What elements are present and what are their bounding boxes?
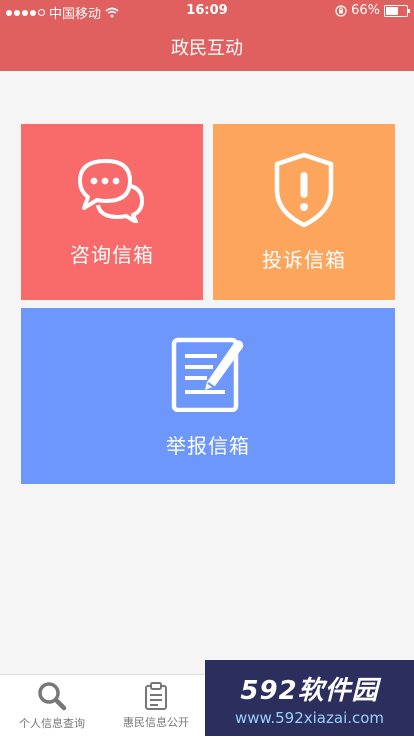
consult-mailbox-tile[interactable]: 咨询信箱 [21,124,203,300]
page-title: 政民互动 [171,37,243,59]
report-mailbox-label: 举报信箱 [166,433,250,458]
complaint-mailbox-tile[interactable]: 投诉信箱 [213,124,395,300]
watermark-title: 592软件园 [240,675,379,706]
complaint-mailbox-label: 投诉信箱 [262,247,346,272]
chat-bubbles-icon [78,158,144,223]
status-bar: 中国移动 16:09 66% [0,0,414,22]
orientation-lock-icon [335,4,347,17]
tab-personal-info-query[interactable]: 个人信息查询 [0,675,104,737]
shield-alert-icon [274,152,334,227]
clipboard-icon [145,682,167,710]
battery-percent: 66% [351,3,380,18]
battery-icon [384,4,410,17]
search-icon [38,682,67,711]
tab-label: 惠民信息公开 [123,716,189,729]
watermark-logo: 592软件园 www.592xiazai.com [205,660,414,736]
watermark-url: www.592xiazai.com [234,708,385,727]
report-mailbox-tile[interactable]: 举报信箱 [21,308,395,484]
document-edit-icon [171,337,244,412]
tab-label: 个人信息查询 [19,717,85,730]
nav-bar: 政民互动 [0,22,414,71]
status-right: 66% [335,3,410,18]
tab-public-info[interactable]: 惠民信息公开 [104,675,208,737]
consult-mailbox-label: 咨询信箱 [70,242,154,267]
